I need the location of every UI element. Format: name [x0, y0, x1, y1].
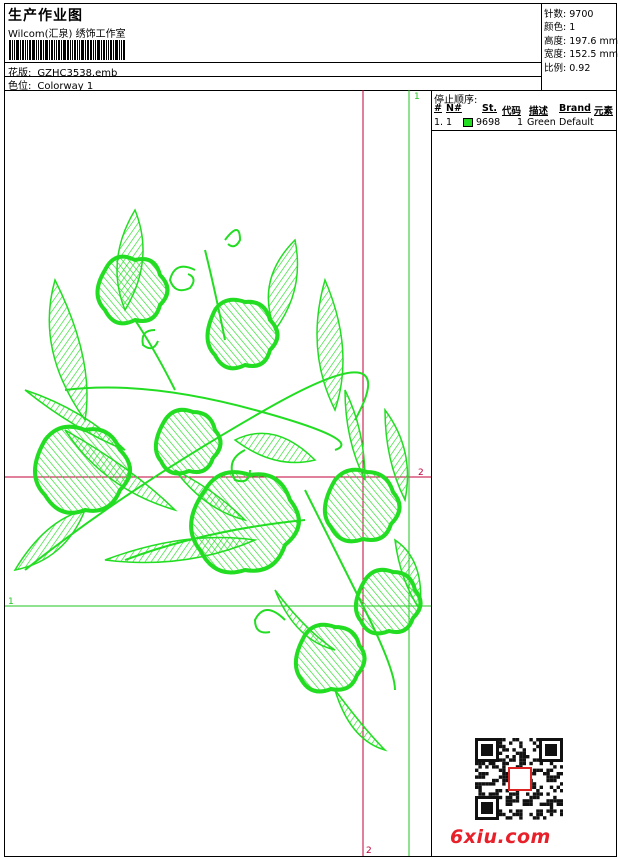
- design-height: 高度: 197.6 mm: [544, 36, 618, 47]
- divider: [5, 62, 541, 63]
- table-row: 1. 1 9698 1 Green Default: [434, 117, 594, 128]
- header-info: 生产作业图 Wilcom(汇泉) 绣饰工作室 花版: GZHC3538.emb 色…: [5, 4, 542, 92]
- page-title: 生产作业图: [8, 8, 83, 24]
- thread-swatch: [463, 118, 473, 127]
- design-stats: 针数: 9700 颜色: 1 高度: 197.6 mm 宽度: 152.5 mm…: [542, 4, 618, 90]
- divider: [432, 130, 616, 131]
- header: 生产作业图 Wilcom(汇泉) 绣饰工作室 花版: GZHC3538.emb 色…: [5, 4, 618, 92]
- production-worksheet: 生产作业图 Wilcom(汇泉) 绣饰工作室 花版: GZHC3538.emb 色…: [4, 3, 618, 857]
- watermark-logo: 6xiu.com: [450, 826, 551, 848]
- stitch-count: 针数: 9700: [544, 9, 594, 20]
- qr-code-image: [475, 738, 563, 820]
- design-scale: 比例: 0.92: [544, 63, 591, 74]
- guide-label: 1: [8, 597, 14, 607]
- stop-sequence-header: # N# St. 代码 描述 Brand 元素: [434, 103, 614, 117]
- color-count: 颜色: 1: [544, 22, 576, 33]
- studio-name: Wilcom(汇泉) 绣饰工作室: [8, 29, 126, 40]
- guide-label: 2: [366, 846, 372, 856]
- design-width: 宽度: 152.5 mm: [544, 49, 618, 60]
- embroidery-preview: 1 2 1 2: [5, 90, 431, 856]
- barcode-image: [9, 40, 157, 60]
- guide-label: 2: [418, 468, 424, 478]
- guide-label: 1: [414, 92, 420, 102]
- design-preview: 1 2 1 2: [5, 90, 432, 856]
